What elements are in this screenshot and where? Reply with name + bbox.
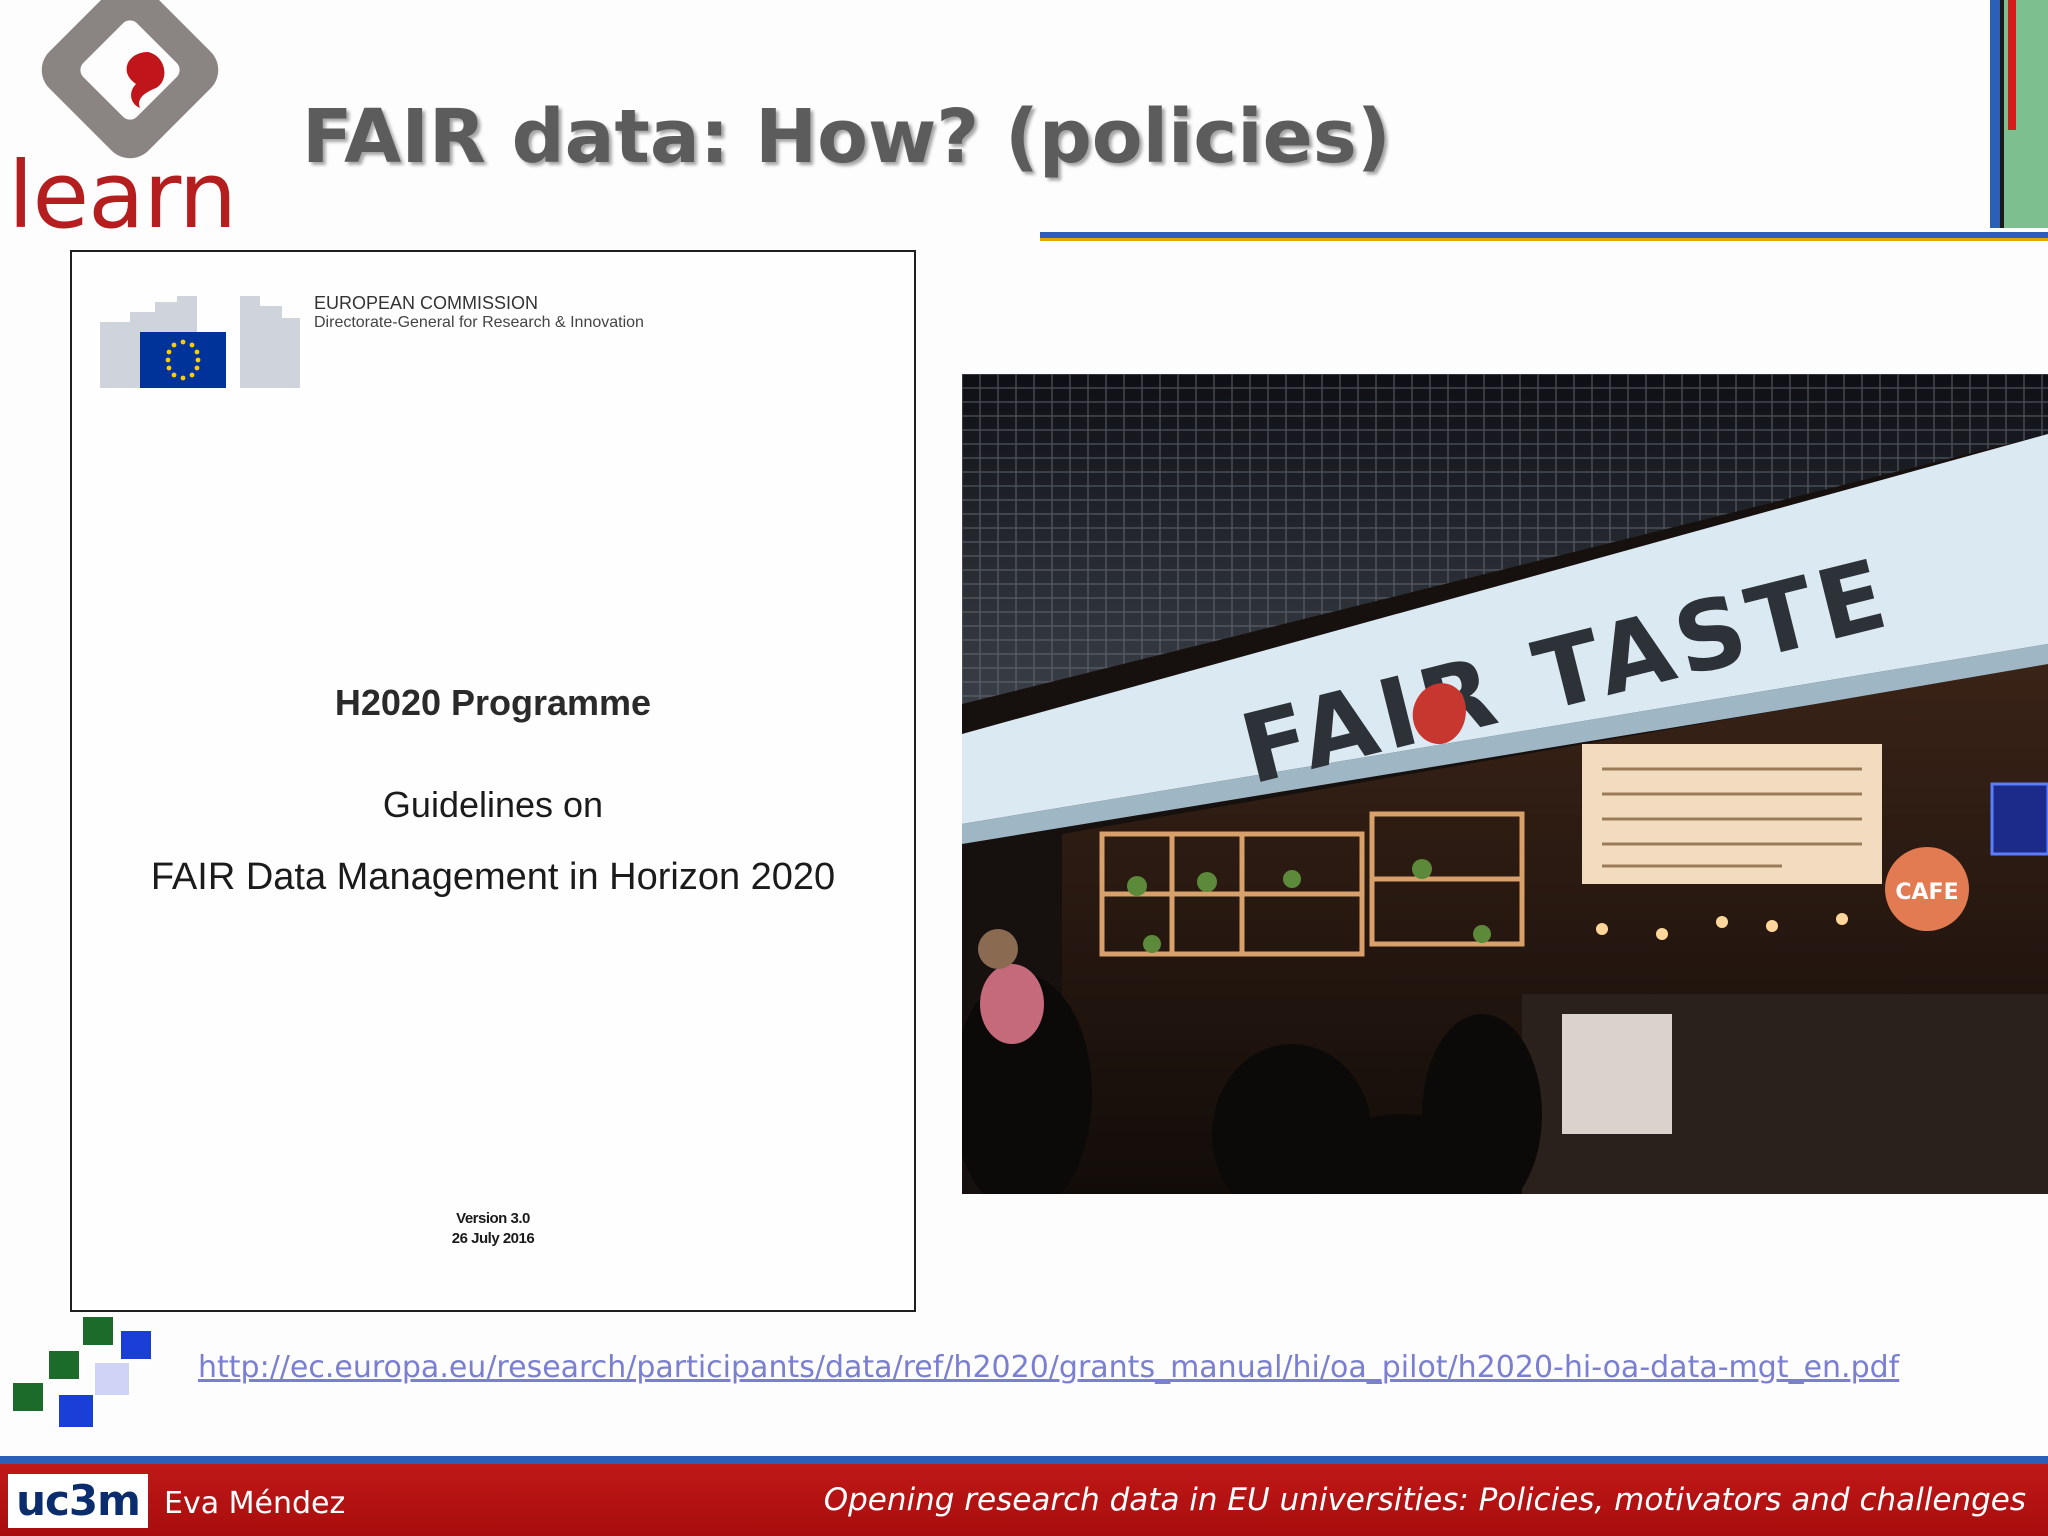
uc3m-logo-text: uc3m [16, 1476, 141, 1525]
issuer-name: EUROPEAN COMMISSION [314, 293, 539, 313]
decorative-side-bars [1990, 0, 2048, 228]
footer-author: Eva Méndez [164, 1486, 346, 1521]
squares-decoration-icon [11, 1315, 153, 1429]
doc-date: 26 July 2016 [451, 1230, 535, 1247]
directorate-name: Directorate-General for Research & Innov… [314, 314, 644, 331]
fair-taste-cafe-photo: CAFE FAIR TASTE [962, 374, 2048, 1194]
footer-bar: uc3m Eva Méndez Opening research data in… [0, 1456, 2048, 1536]
document-url-link[interactable]: http://ec.europa.eu/research/participant… [198, 1350, 1899, 1385]
cafe-sign-text: CAFE [1895, 880, 1958, 905]
document-cover-thumbnail: EUROPEAN COMMISSION Directorate-General … [70, 250, 916, 1312]
doc-title-line2: FAIR Data Management in Horizon 2020 [150, 856, 836, 898]
slide-title: FAIR data: How? (policies) [302, 94, 1391, 180]
doc-programme: H2020 Programme [334, 682, 652, 723]
logo-wordmark: learn [8, 142, 237, 249]
uc3m-logo: uc3m [8, 1474, 148, 1528]
european-commission-logo [100, 296, 300, 388]
title-underline [1040, 232, 2048, 241]
footer-talk-title: Opening research data in EU universities… [823, 1482, 2026, 1518]
doc-title-line1: Guidelines on [382, 784, 604, 825]
doc-version: Version 3.0 [456, 1210, 530, 1227]
